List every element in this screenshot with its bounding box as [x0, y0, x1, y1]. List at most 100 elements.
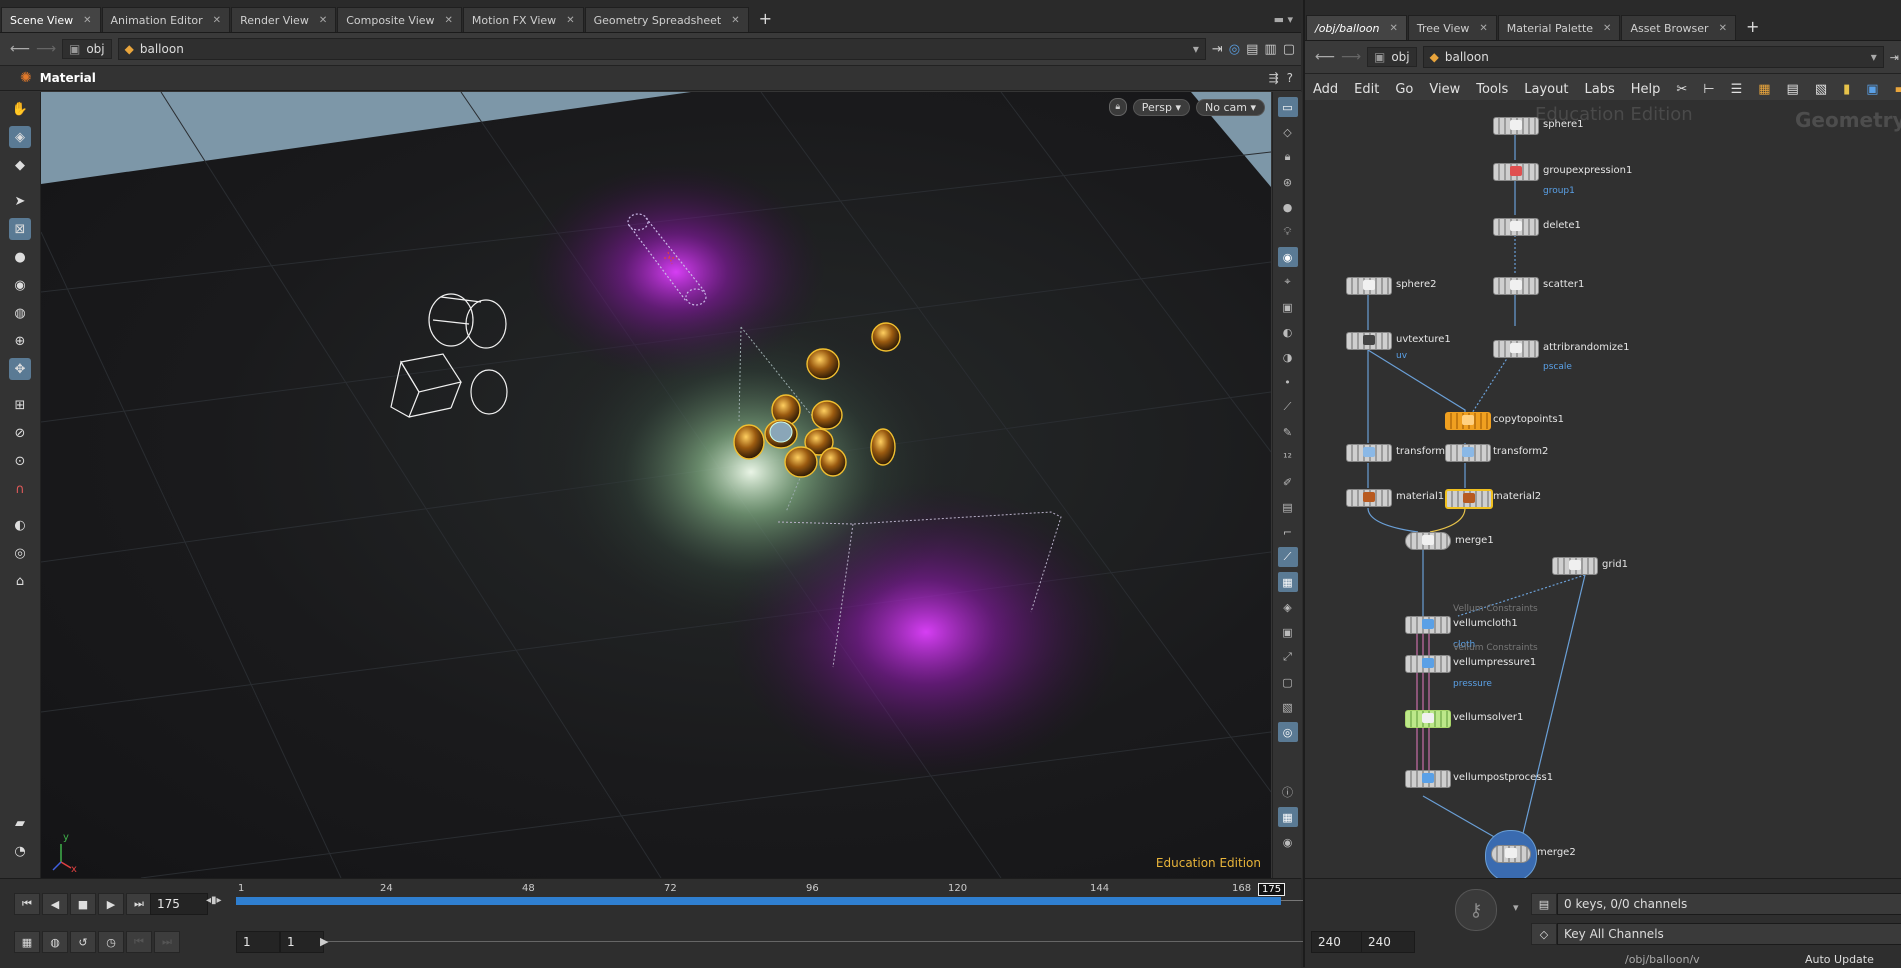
audio-icon[interactable]: ◍ — [42, 931, 68, 953]
breadcrumb-obj[interactable]: ▣ obj — [1367, 47, 1417, 67]
current-frame-marker[interactable]: 175 — [1258, 883, 1286, 896]
bg-icon[interactable]: ◐ — [1278, 322, 1298, 342]
loop-icon[interactable]: ↺ — [70, 931, 96, 953]
cam-icon[interactable]: ▣ — [1278, 297, 1298, 317]
pin-icon[interactable]: ⇶ — [1269, 71, 1279, 85]
tab-motion-fx-view[interactable]: Motion FX View ✕ — [462, 7, 584, 32]
node-vellumpostprocess1[interactable] — [1405, 770, 1451, 788]
bg-image-icon[interactable]: ▣ — [1858, 82, 1886, 97]
menu-labs[interactable]: Labs — [1576, 82, 1622, 97]
next-key-icon[interactable]: ⏭︎ — [154, 931, 180, 953]
stop-icon[interactable]: ■ — [70, 893, 96, 915]
info-icon[interactable]: ⓘ — [1278, 782, 1298, 802]
select-edges-icon[interactable]: ◉ — [9, 274, 31, 296]
pin-light-icon[interactable]: ◎ — [1277, 722, 1298, 742]
add-tab-icon[interactable]: + — [749, 9, 782, 32]
snapshot-icon[interactable]: ◔ — [9, 840, 31, 862]
points-icon[interactable]: • — [1278, 372, 1298, 392]
uv-icon[interactable]: ▣ — [1278, 622, 1298, 642]
range-start-handle[interactable]: ▶ — [320, 935, 328, 948]
tab-geometry-spreadsheet[interactable]: Geometry Spreadsheet ✕ — [584, 7, 749, 32]
wrench-icon[interactable]: ✂ — [1668, 82, 1695, 97]
list-icon[interactable]: ☰ — [1723, 82, 1751, 97]
table-icon[interactable]: ▤ — [1779, 82, 1807, 97]
node-vellumcloth1[interactable] — [1405, 616, 1451, 634]
node-attribrandomize1[interactable] — [1493, 340, 1539, 358]
display-icon[interactable]: ▭ — [1277, 97, 1298, 117]
headlight-icon[interactable]: ◉ — [1277, 247, 1298, 267]
back-arrow-icon[interactable]: ⟵ — [10, 41, 30, 57]
step-frame-icon[interactable]: ◂▮▸ — [206, 895, 222, 906]
render-icon[interactable]: ▰ — [9, 812, 31, 834]
close-icon[interactable]: ✕ — [731, 15, 739, 26]
sphere-shade-icon[interactable]: ● — [1278, 197, 1298, 217]
node-transform1[interactable] — [1346, 444, 1392, 462]
options-icon[interactable]: ▦ — [14, 931, 40, 953]
display-options-icon[interactable]: ▥ — [1264, 42, 1276, 57]
add-tab-icon[interactable]: + — [1736, 17, 1769, 40]
tab-scene-view[interactable]: Scene View ✕ — [1, 7, 101, 32]
ghost-icon[interactable]: ◇ — [1278, 122, 1298, 142]
visibility-icon[interactable]: ◐ — [9, 514, 31, 536]
node-sphere1[interactable] — [1493, 117, 1539, 135]
forward-arrow-icon[interactable]: ⟶ — [36, 41, 56, 57]
close-icon[interactable]: ✕ — [1479, 23, 1487, 34]
node-transform2[interactable] — [1445, 444, 1491, 462]
corner-icon[interactable]: ⌐ — [1278, 522, 1298, 542]
select-prims-icon[interactable]: ◍ — [9, 302, 31, 324]
node-sphere2[interactable] — [1346, 277, 1392, 295]
tab-network[interactable]: /obj/balloon ✕ — [1306, 15, 1407, 40]
frame-icon[interactable]: ▢ — [1278, 672, 1298, 692]
lock-icon[interactable]: 🔒︎ — [1108, 98, 1127, 116]
link-icon[interactable]: ⊛ — [1278, 172, 1298, 192]
forward-arrow-icon[interactable]: ⟶ — [1341, 49, 1361, 65]
node-copytopoints1[interactable] — [1445, 412, 1491, 430]
menu-layout[interactable]: Layout — [1516, 82, 1576, 97]
geo-icon[interactable]: ◑ — [1278, 347, 1298, 367]
lock-camera-icon[interactable]: 🔒︎ — [1278, 147, 1298, 167]
help-icon[interactable]: ? — [1287, 71, 1301, 85]
prev-key-icon[interactable]: ⏮︎ — [126, 931, 152, 953]
tab-render-view[interactable]: Render View ✕ — [231, 7, 337, 32]
menu-edit[interactable]: Edit — [1346, 82, 1387, 97]
auto-update-button[interactable]: Auto Update — [1805, 953, 1874, 966]
network-graph[interactable]: Education Edition Geometry sphere1 group… — [1305, 100, 1901, 878]
camera-mode-dropdown[interactable]: Persp ▾ — [1132, 98, 1190, 116]
camera-dropdown[interactable]: No cam ▾ — [1196, 98, 1265, 116]
node-uvtexture1[interactable] — [1346, 332, 1392, 350]
transform-icon[interactable]: ⤢ — [1278, 647, 1298, 667]
jump-to-end-icon[interactable]: ⏭︎ — [126, 893, 152, 915]
menu-go[interactable]: Go — [1387, 82, 1421, 97]
grid-icon[interactable]: ▦ — [1750, 82, 1778, 97]
selection-mode-icon[interactable]: ◈ — [9, 126, 31, 148]
camera-icon[interactable]: ▤ — [1246, 42, 1258, 57]
snap-grid-icon[interactable]: ⊞ — [9, 394, 31, 416]
node-vellumpressure1[interactable] — [1405, 655, 1451, 673]
edit-tool-icon[interactable]: ◆ — [9, 154, 31, 176]
tree-icon[interactable]: ⊢ — [1695, 82, 1722, 97]
select-vertices-icon[interactable]: ⊕ — [9, 330, 31, 352]
3d-viewport[interactable]: y x 🔒︎ Persp ▾ No cam ▾ Education Editio… — [41, 92, 1271, 878]
chevron-down-icon[interactable]: ▾ — [1193, 42, 1205, 56]
pin-icon[interactable]: ⇥ — [1890, 51, 1901, 64]
play-reverse-icon[interactable]: ◀ — [42, 893, 68, 915]
magnet-icon[interactable]: ∩ — [9, 478, 31, 500]
brush-icon[interactable]: ✐ — [1278, 472, 1298, 492]
secure-select-icon[interactable]: ⊠ — [9, 218, 31, 240]
jump-to-start-icon[interactable]: ⏮︎ — [14, 893, 40, 915]
close-icon[interactable]: ✕ — [566, 15, 574, 26]
menu-help[interactable]: Help — [1623, 82, 1669, 97]
link-icon[interactable]: ◎ — [1229, 42, 1240, 57]
tab-composite-view[interactable]: Composite View ✕ — [337, 7, 462, 32]
handle-tool-icon[interactable]: ✥ — [9, 358, 31, 380]
paint-icon[interactable]: ▤ — [1278, 497, 1298, 517]
pin-icon[interactable]: ⇥ — [1212, 42, 1223, 57]
select-tool-icon[interactable]: ➤ — [9, 190, 31, 212]
palette-icon[interactable]: ▬ — [1887, 82, 1901, 97]
eye-icon[interactable]: ◉ — [1278, 832, 1298, 852]
node-merge1[interactable] — [1405, 532, 1451, 550]
breadcrumb-current[interactable]: ◆ balloon ▾ — [117, 38, 1206, 60]
maximize-icon[interactable]: ▢ — [1283, 42, 1301, 57]
tab-tree-view[interactable]: Tree View ✕ — [1407, 15, 1497, 40]
key-icon[interactable]: ⚷ — [1455, 889, 1497, 931]
